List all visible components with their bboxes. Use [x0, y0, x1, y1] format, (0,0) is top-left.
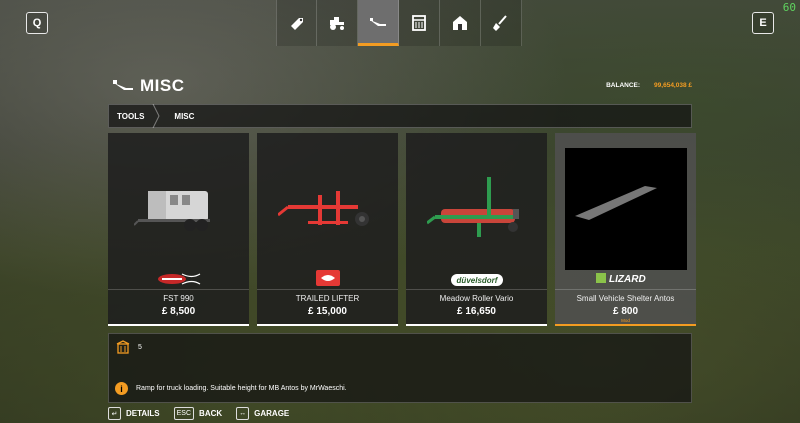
tab-landscaping[interactable] — [481, 0, 522, 46]
back-label: BACK — [199, 409, 223, 418]
description-row: i Ramp for truck loading. Suitable heigh… — [115, 382, 347, 395]
item-preview-image — [257, 133, 398, 289]
fps-counter: 60 — [782, 1, 796, 14]
prev-page-key[interactable]: Q — [26, 12, 48, 34]
shop-item-grid: FST 990 £ 8,500 TRAILED LIFTER £ 15,000 — [108, 133, 696, 326]
shovel-icon — [493, 15, 507, 31]
barn-icon — [453, 16, 467, 30]
item-name: Meadow Roller Vario — [439, 294, 514, 303]
capacity-row: 5 — [116, 340, 142, 354]
tool-misc-icon — [113, 80, 133, 90]
item-price: £ 8,500 — [161, 306, 196, 317]
fuel-trailer-image — [133, 191, 210, 231]
breadcrumb: TOOLS MISC — [108, 104, 692, 128]
trailed-lifter-image — [277, 191, 369, 226]
shop-item-card[interactable]: TRAILED LIFTER £ 15,000 — [257, 133, 398, 326]
price-tag-icon — [290, 18, 303, 30]
tractor-icon — [330, 17, 344, 30]
next-page-key[interactable]: E — [752, 12, 774, 34]
item-name: TRAILED LIFTER — [295, 294, 360, 303]
page-title: MISC — [140, 76, 185, 95]
item-name: Small Vehicle Shelter Antos — [576, 294, 675, 303]
item-price: £ 16,650 — [457, 306, 496, 317]
brand-logo: düvelsdorf — [406, 274, 547, 286]
item-preview-image — [406, 133, 547, 289]
tab-tools-misc[interactable] — [358, 0, 399, 46]
brand-text: düvelsdorf — [456, 276, 498, 285]
details-label: DETAILS — [126, 409, 160, 418]
item-description: Ramp for truck loading. Suitable height … — [136, 385, 347, 392]
balance-display: BALANCE: 99,654,038 £ — [606, 82, 692, 89]
capacity-value: 5 — [138, 343, 142, 351]
tab-vehicles[interactable] — [317, 0, 358, 46]
garage-button[interactable]: ↔ GARAGE — [236, 407, 289, 420]
tab-sales[interactable] — [276, 0, 317, 46]
brand-text: LIZARD — [609, 274, 646, 284]
tab-storage[interactable] — [399, 0, 440, 46]
storage-icon — [412, 15, 426, 31]
item-name: FST 990 — [163, 294, 194, 303]
footer-actions: ↵ DETAILS ESC BACK ↔ GARAGE — [108, 407, 289, 420]
tool-misc-icon — [370, 17, 386, 26]
meadow-roller-image — [426, 177, 519, 237]
brand-logo — [257, 270, 398, 286]
tab-buildings[interactable] — [440, 0, 481, 46]
brand-logo: LIZARD — [555, 272, 696, 284]
arrows-key-icon: ↔ — [236, 407, 250, 420]
details-button[interactable]: ↵ DETAILS — [108, 407, 160, 420]
item-preview-image — [555, 133, 696, 289]
balance-value: 99,654,038 £ — [654, 82, 692, 89]
balance-label: BALANCE: — [606, 82, 641, 89]
page-header: MISC — [112, 76, 185, 96]
brand-logo — [108, 272, 249, 286]
shop-item-card[interactable]: FST 990 £ 8,500 — [108, 133, 249, 326]
item-price: £ 800 — [612, 306, 639, 317]
breadcrumb-tools[interactable]: TOOLS — [109, 105, 152, 127]
shop-item-card[interactable]: düvelsdorf Meadow Roller Vario £ 16,650 — [406, 133, 547, 326]
item-price: £ 15,000 — [308, 306, 347, 317]
item-info-panel: 5 i Ramp for truck loading. Suitable hei… — [108, 333, 692, 403]
esc-key-icon: ESC — [173, 407, 195, 420]
chevron-right-icon — [152, 104, 166, 128]
item-preview-image — [108, 133, 249, 289]
enter-key-icon: ↵ — [108, 407, 121, 420]
back-button[interactable]: ESC BACK — [173, 407, 223, 420]
garage-label: GARAGE — [254, 409, 290, 418]
breadcrumb-misc[interactable]: MISC — [166, 105, 202, 127]
top-navigation-bar: Q E 60 — [0, 0, 800, 46]
category-tabs — [276, 0, 522, 46]
shop-item-card-selected[interactable]: LIZARD Small Vehicle Shelter Antos £ 800… — [555, 133, 696, 326]
mod-badge: Mod — [621, 318, 630, 323]
storage-capacity-icon — [116, 340, 130, 354]
info-icon: i — [115, 382, 128, 395]
shelter-preview — [564, 148, 687, 270]
